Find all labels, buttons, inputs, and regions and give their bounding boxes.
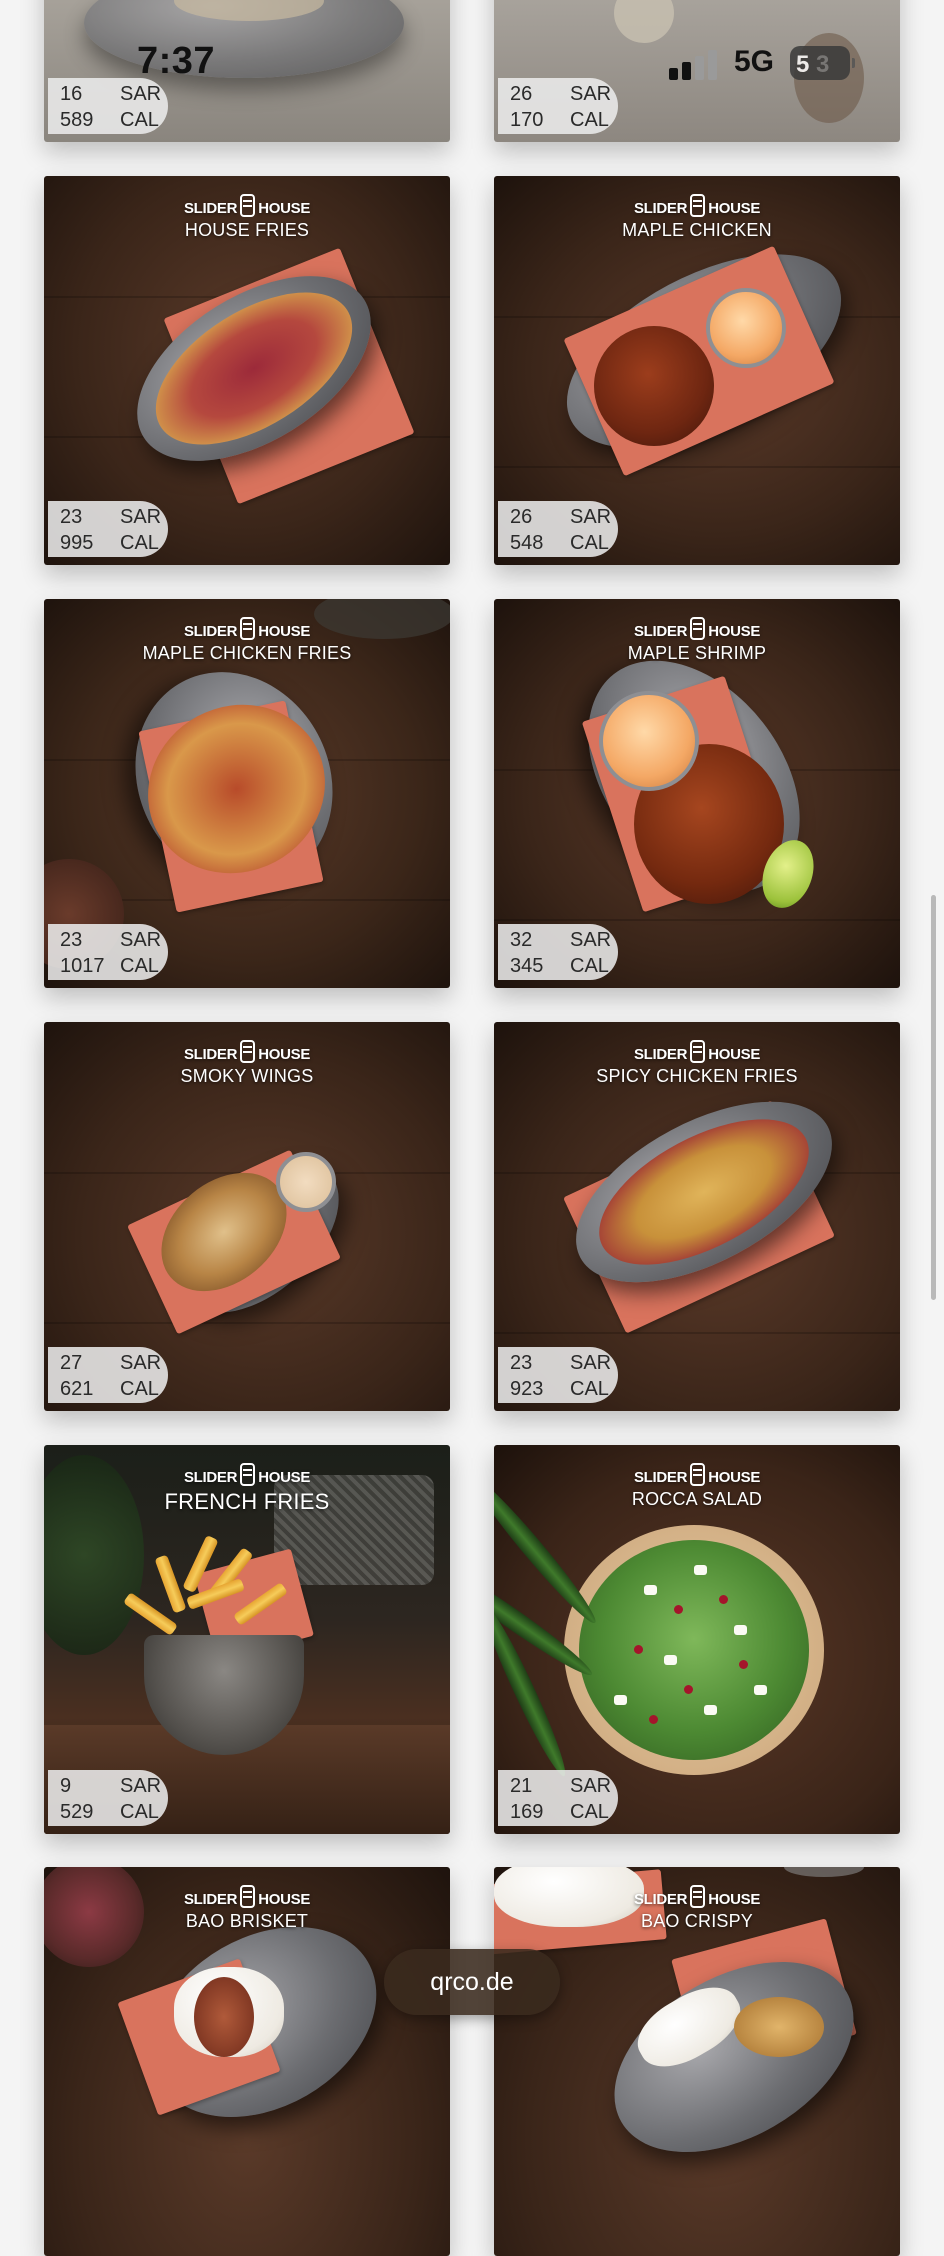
price-calorie-badge: 26 SAR 548 CAL [498, 501, 618, 557]
item-name: SPICY CHICKEN FRIES [596, 1066, 798, 1086]
scrollbar[interactable] [931, 895, 936, 1300]
price-calorie-badge: 9 SAR 529 CAL [48, 1770, 168, 1826]
price-calorie-badge: 32 SAR 345 CAL [498, 924, 618, 980]
calorie-value: 621 [60, 1378, 94, 1400]
price-value: 32 [510, 929, 533, 951]
item-name: BAO CRISPY [640, 1911, 754, 1931]
item-name: ROCCA SALAD [631, 1489, 763, 1509]
price-calorie-badge: 23 SAR 995 CAL [48, 501, 168, 557]
currency-label: SAR [120, 1775, 162, 1797]
menu-card-maple-chicken-fries[interactable]: SLIDER HOUSE MAPLE CHICKEN FRIES 23 SAR 1… [44, 599, 450, 988]
item-name: SMOKY WINGS [180, 1066, 314, 1086]
item-name: MAPLE CHICKEN [622, 220, 772, 240]
price-value: 26 [510, 506, 533, 528]
calorie-unit: CAL [570, 1801, 609, 1823]
calorie-value: 529 [60, 1801, 94, 1823]
currency-label: SAR [570, 83, 612, 105]
calorie-value: 1017 [60, 955, 105, 977]
currency-label: SAR [570, 929, 612, 951]
item-name: MAPLE CHICKEN FRIES [142, 643, 352, 663]
menu-card[interactable]: 16 SAR 589 CAL [44, 0, 450, 142]
currency-label: SAR [120, 506, 162, 528]
currency-label: SAR [120, 83, 162, 105]
price-calorie-badge: 26 SAR 170 CAL [498, 78, 618, 134]
currency-label: SAR [570, 1352, 612, 1374]
slider-logo-icon [690, 1040, 706, 1063]
calorie-unit: CAL [570, 1378, 609, 1400]
price-value: 9 [60, 1775, 72, 1797]
slider-logo-icon [240, 1463, 256, 1486]
menu-card-maple-chicken[interactable]: SLIDER HOUSE MAPLE CHICKEN 26 SAR 548 CAL [494, 176, 900, 565]
calorie-unit: CAL [120, 955, 159, 977]
brand-logo: SLIDER HOUSE [494, 617, 900, 640]
calorie-value: 923 [510, 1378, 544, 1400]
menu-card-bao-brisket[interactable]: SLIDER HOUSE BAO BRISKET [44, 1867, 450, 2256]
calorie-unit: CAL [120, 1801, 159, 1823]
price-value: 21 [510, 1775, 533, 1797]
menu-card-rocca-salad[interactable]: SLIDER HOUSE ROCCA SALAD 21 SAR 169 CAL [494, 1445, 900, 1834]
calorie-value: 995 [60, 532, 94, 554]
currency-label: SAR [570, 1775, 612, 1797]
menu-card-spicy-chicken-fries[interactable]: SLIDER HOUSE SPICY CHICKEN FRIES 23 SAR 9… [494, 1022, 900, 1411]
price-value: 27 [60, 1352, 83, 1374]
price-value: 26 [510, 83, 533, 105]
address-bar[interactable]: qrco.de [384, 1949, 560, 2015]
menu-card-maple-shrimp[interactable]: SLIDER HOUSE MAPLE SHRIMP 32 SAR 345 CAL [494, 599, 900, 988]
slider-logo-icon [690, 1463, 706, 1486]
slider-logo-icon [690, 194, 706, 217]
slider-logo-icon [240, 1885, 256, 1908]
item-name: MAPLE SHRIMP [627, 643, 767, 663]
item-name: HOUSE FRIES [184, 220, 310, 240]
price-calorie-badge: 21 SAR 169 CAL [498, 1770, 618, 1826]
calorie-value: 548 [510, 532, 544, 554]
calorie-unit: CAL [570, 109, 609, 131]
price-value: 23 [60, 929, 83, 951]
brand-logo: SLIDER HOUSE [44, 1040, 450, 1063]
menu-card-bao-crispy[interactable]: SLIDER HOUSE BAO CRISPY [494, 1867, 900, 2256]
currency-label: SAR [120, 1352, 162, 1374]
slider-logo-icon [240, 1040, 256, 1063]
menu-card-smoky-wings[interactable]: SLIDER HOUSE SMOKY WINGS 27 SAR 621 CAL [44, 1022, 450, 1411]
brand-logo: SLIDER HOUSE [44, 617, 450, 640]
price-calorie-badge: 16 SAR 589 CAL [48, 78, 168, 134]
item-name: BAO BRISKET [185, 1911, 309, 1931]
calorie-unit: CAL [120, 532, 159, 554]
price-value: 16 [60, 83, 83, 105]
brand-logo: SLIDER HOUSE [44, 1885, 450, 1908]
item-name: FRENCH FRIES [164, 1489, 330, 1514]
slider-logo-icon [240, 617, 256, 640]
slider-logo-icon [690, 617, 706, 640]
menu-card-french-fries[interactable]: SLIDER HOUSE FRENCH FRIES 9 SAR 529 CAL [44, 1445, 450, 1834]
calorie-value: 170 [510, 109, 544, 131]
calorie-value: 345 [510, 955, 544, 977]
menu-grid: 16 SAR 589 CAL 26 SAR 170 CAL SLIDER HOUS… [0, 0, 944, 2256]
calorie-value: 589 [60, 109, 94, 131]
slider-logo-icon [240, 194, 256, 217]
calorie-unit: CAL [120, 1378, 159, 1400]
brand-logo: SLIDER HOUSE [44, 194, 450, 217]
calorie-unit: CAL [570, 955, 609, 977]
brand-logo: SLIDER HOUSE [494, 1885, 900, 1908]
brand-logo: SLIDER HOUSE [494, 194, 900, 217]
brand-logo: SLIDER HOUSE [44, 1463, 450, 1486]
calorie-unit: CAL [570, 532, 609, 554]
currency-label: SAR [120, 929, 162, 951]
price-calorie-badge: 23 SAR 923 CAL [498, 1347, 618, 1403]
calorie-unit: CAL [120, 109, 159, 131]
price-value: 23 [510, 1352, 533, 1374]
price-calorie-badge: 23 SAR 1017 CAL [48, 924, 168, 980]
brand-logo: SLIDER HOUSE [494, 1463, 900, 1486]
price-value: 23 [60, 506, 83, 528]
slider-logo-icon [690, 1885, 706, 1908]
price-calorie-badge: 27 SAR 621 CAL [48, 1347, 168, 1403]
calorie-value: 169 [510, 1801, 544, 1823]
currency-label: SAR [570, 506, 612, 528]
brand-logo: SLIDER HOUSE [494, 1040, 900, 1063]
menu-card-house-fries[interactable]: SLIDER HOUSE HOUSE FRIES 23 SAR 995 CAL [44, 176, 450, 565]
menu-card[interactable]: 26 SAR 170 CAL [494, 0, 900, 142]
